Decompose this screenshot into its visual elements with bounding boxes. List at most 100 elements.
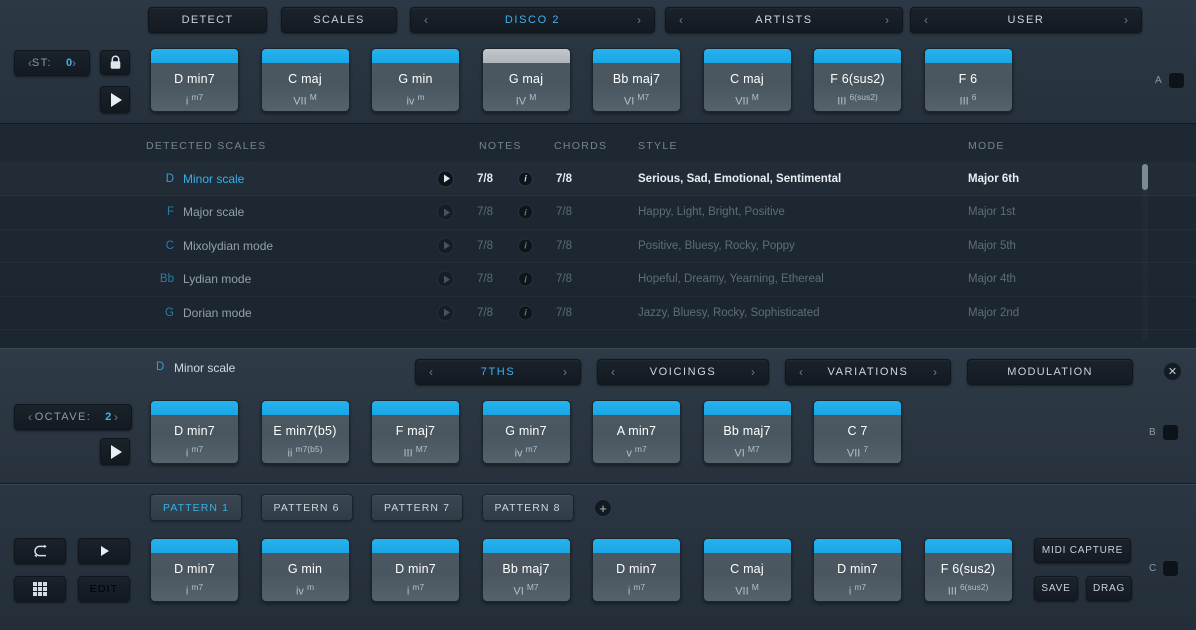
chord-card[interactable]: D min7i m7: [813, 538, 902, 602]
chord-card[interactable]: Bb maj7VI M7: [703, 400, 792, 464]
chord-card[interactable]: C majVII M: [703, 48, 792, 112]
loop-button[interactable]: [14, 538, 66, 564]
play-button-c[interactable]: [78, 538, 130, 564]
chevron-left-icon[interactable]: ‹: [915, 8, 937, 32]
scrollbar-thumb[interactable]: [1142, 164, 1148, 190]
chord-card[interactable]: D min7i m7: [150, 400, 239, 464]
chord-card-name: D min7: [814, 562, 901, 576]
chevron-right-icon[interactable]: ›: [1115, 8, 1137, 32]
selector-disco[interactable]: ‹ DISCO 2 ›: [410, 7, 655, 33]
scale-row-root: G: [146, 307, 174, 319]
chord-card[interactable]: G majIV M: [482, 48, 571, 112]
chord-card[interactable]: F maj7III M7: [371, 400, 460, 464]
chord-card[interactable]: D min7i m7: [150, 48, 239, 112]
scales-scrollbar[interactable]: [1142, 164, 1148, 342]
pattern-tab[interactable]: PATTERN 6: [261, 494, 353, 521]
scale-row[interactable]: BbLydian mode7/8i7/8Hopeful, Dreamy, Yea…: [0, 263, 1196, 297]
chevron-right-icon[interactable]: ›: [876, 8, 898, 32]
chord-card[interactable]: F 6III 6: [924, 48, 1013, 112]
chord-card[interactable]: Bb maj7VI M7: [482, 538, 571, 602]
scale-row-info-icon[interactable]: i: [518, 171, 533, 186]
indicator-b-led[interactable]: [1162, 424, 1179, 441]
chevron-left-icon[interactable]: ‹: [19, 51, 41, 75]
drag-button[interactable]: DRAG: [1086, 576, 1132, 601]
scale-row-play-icon[interactable]: [437, 170, 454, 187]
chord-card[interactable]: C majVII M: [261, 48, 350, 112]
chevron-right-icon[interactable]: ›: [628, 8, 650, 32]
chord-card[interactable]: A min7v m7: [592, 400, 681, 464]
chevron-right-icon[interactable]: ›: [105, 405, 127, 429]
selector-sevenths[interactable]: ‹ 7THS ›: [415, 359, 581, 385]
scale-row-play-icon[interactable]: [437, 237, 454, 254]
close-icon[interactable]: ✕: [1163, 362, 1182, 381]
modulation-button[interactable]: MODULATION: [967, 359, 1133, 385]
chevron-left-icon[interactable]: ‹: [415, 8, 437, 32]
scale-row-mode: Major 6th: [968, 173, 1019, 185]
chevron-right-icon[interactable]: ›: [742, 360, 764, 384]
scale-row[interactable]: CMixolydian mode7/8i7/8Positive, Bluesy,…: [0, 229, 1196, 263]
chord-card-name: D min7: [372, 562, 459, 576]
octave-stepper[interactable]: ‹ OCTAVE: 2 ›: [14, 404, 132, 430]
pattern-tab[interactable]: PATTERN 8: [482, 494, 574, 521]
chevron-left-icon[interactable]: ‹: [420, 360, 442, 384]
chord-card[interactable]: F 6(sus2)III 6(sus2): [924, 538, 1013, 602]
chord-card-cap: [372, 539, 459, 553]
chord-card[interactable]: C majVII M: [703, 538, 792, 602]
edit-button[interactable]: EDIT: [78, 576, 130, 602]
chord-card[interactable]: F 6(sus2)III 6(sus2): [813, 48, 902, 112]
add-pattern-icon[interactable]: +: [594, 499, 612, 517]
chord-card[interactable]: C 7VII 7: [813, 400, 902, 464]
tab-scales[interactable]: SCALES: [281, 7, 397, 33]
chord-card-name: G min7: [483, 424, 570, 438]
midi-capture-button[interactable]: MIDI CAPTURE: [1034, 538, 1131, 563]
chevron-right-icon[interactable]: ›: [554, 360, 576, 384]
chord-degree-quality: m7: [191, 444, 203, 454]
chord-card[interactable]: G miniv m: [261, 538, 350, 602]
scale-row-play-icon[interactable]: [437, 304, 454, 321]
octave-label: OCTAVE:: [35, 411, 91, 423]
scale-row-play-icon[interactable]: [437, 204, 454, 221]
scale-row[interactable]: GDorian mode7/8i7/8Jazzy, Bluesy, Rocky,…: [0, 296, 1196, 330]
chord-card[interactable]: D min7i m7: [371, 538, 460, 602]
grid-button[interactable]: [14, 576, 66, 602]
chevron-left-icon[interactable]: ‹: [602, 360, 624, 384]
chord-card[interactable]: Bb maj7VI M7: [592, 48, 681, 112]
scale-row-info-icon[interactable]: i: [518, 238, 533, 253]
selector-variations[interactable]: ‹ VARIATIONS ›: [785, 359, 951, 385]
indicator-a-led[interactable]: [1168, 72, 1185, 89]
scale-row-chords: 7/8: [556, 173, 572, 185]
play-button-a[interactable]: [100, 86, 130, 113]
semitone-stepper[interactable]: ‹ ST: 0 ›: [14, 50, 90, 76]
selector-voicings[interactable]: ‹ VOICINGS ›: [597, 359, 769, 385]
chevron-right-icon[interactable]: ›: [63, 51, 85, 75]
selector-artists[interactable]: ‹ ARTISTS ›: [665, 7, 903, 33]
chord-card[interactable]: E min7(b5)ii m7(b5): [261, 400, 350, 464]
header-notes: NOTES: [479, 140, 522, 152]
pattern-tab[interactable]: PATTERN 1: [150, 494, 242, 521]
chevron-left-icon[interactable]: ‹: [790, 360, 812, 384]
scale-row-info-icon[interactable]: i: [518, 205, 533, 220]
tab-detect[interactable]: DETECT: [148, 7, 267, 33]
scale-row[interactable]: FMajor scale7/8i7/8Happy, Light, Bright,…: [0, 196, 1196, 230]
chevron-right-icon[interactable]: ›: [924, 360, 946, 384]
chord-card-cap: [593, 49, 680, 63]
chord-card[interactable]: D min7i m7: [150, 538, 239, 602]
scale-row-info-icon[interactable]: i: [518, 272, 533, 287]
pattern-tab[interactable]: PATTERN 7: [371, 494, 463, 521]
chevron-left-icon[interactable]: ‹: [19, 405, 41, 429]
chord-card[interactable]: G miniv m: [371, 48, 460, 112]
indicator-c-led[interactable]: [1162, 560, 1179, 577]
scale-row-notes: 7/8: [477, 173, 493, 185]
scale-row-play-icon[interactable]: [437, 271, 454, 288]
chord-card[interactable]: D min7i m7: [592, 538, 681, 602]
lock-button[interactable]: [100, 50, 130, 75]
selector-user[interactable]: ‹ USER ›: [910, 7, 1142, 33]
scale-row[interactable]: DMinor scale7/8i7/8Serious, Sad, Emotion…: [0, 162, 1196, 196]
play-button-b[interactable]: [100, 438, 130, 465]
save-button[interactable]: SAVE: [1034, 576, 1078, 601]
chevron-left-icon[interactable]: ‹: [670, 8, 692, 32]
scale-row-info-icon[interactable]: i: [518, 305, 533, 320]
chord-card[interactable]: G min7iv m7: [482, 400, 571, 464]
loop-icon: [32, 544, 49, 558]
chord-degree-numeral: v: [626, 448, 632, 460]
